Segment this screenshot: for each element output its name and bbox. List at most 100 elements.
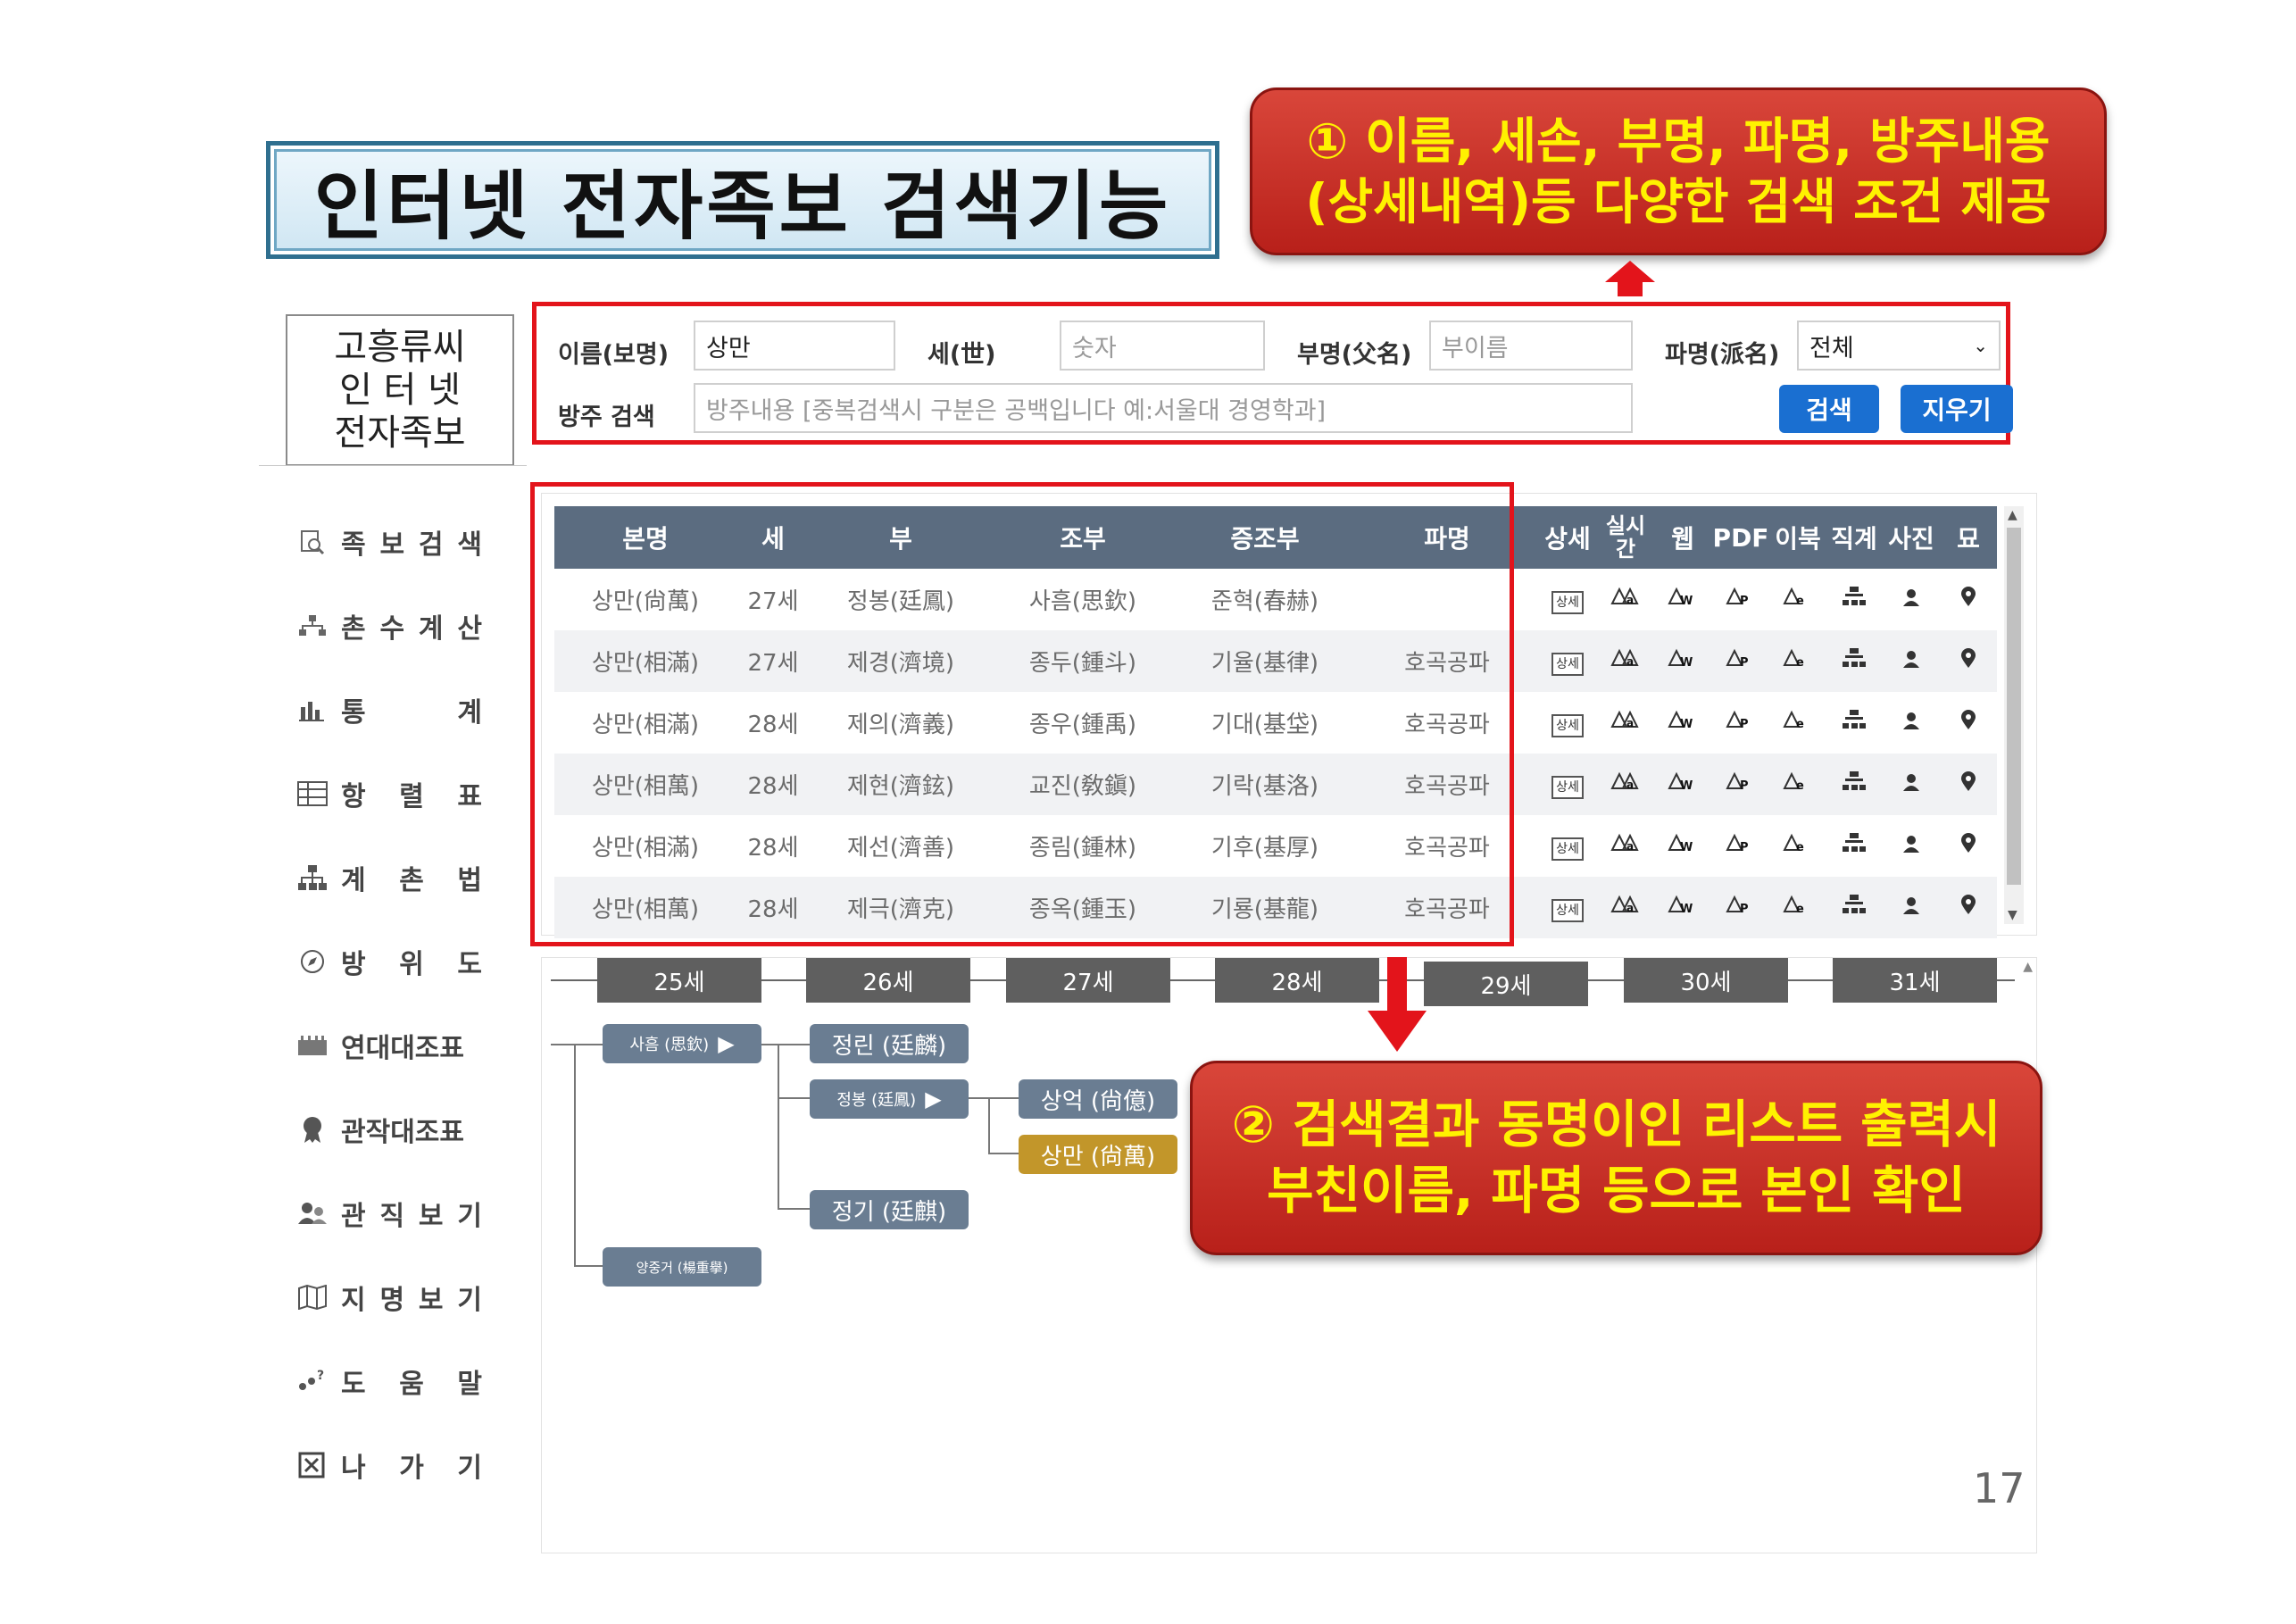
scroll-down-icon[interactable]: ▼	[2008, 908, 2017, 922]
table-row[interactable]: 상만(相萬) 28세 제현(濟鉉) 교진(敎鎭) 기락(基洛) 호곡공파 상세 a W Pe	[554, 754, 1997, 815]
realtime-book-icon[interactable]: a	[1610, 894, 1641, 920]
realtime-book-icon[interactable]: a	[1610, 709, 1641, 736]
sidebar-item-exit[interactable]: 나가기	[295, 1423, 482, 1507]
web-book-icon[interactable]: W	[1668, 894, 1698, 920]
lineage-icon[interactable]	[1842, 832, 1867, 859]
tree-node-jeong-gi[interactable]: 정기 (廷麒)	[810, 1190, 969, 1229]
photo-person-icon[interactable]	[1901, 772, 1921, 797]
col-header-lineage[interactable]: 직계	[1826, 506, 1883, 569]
photo-person-icon[interactable]	[1901, 711, 1921, 736]
sidebar-item-compass[interactable]: 방위도	[295, 920, 482, 1004]
sidebar-item-generation-chart[interactable]: 항렬표	[295, 752, 482, 836]
ebook-icon[interactable]: e	[1783, 647, 1813, 674]
pdf-book-icon[interactable]: P	[1726, 586, 1756, 612]
col-header-branch[interactable]: 파명	[1356, 506, 1538, 569]
col-header-grave[interactable]: 묘	[1940, 506, 1997, 569]
ebook-icon[interactable]: e	[1783, 709, 1813, 736]
col-header-pdf[interactable]: PDF	[1711, 506, 1770, 569]
col-header-web[interactable]: 웹	[1654, 506, 1711, 569]
ebook-icon[interactable]: e	[1783, 894, 1813, 920]
web-book-icon[interactable]: W	[1668, 832, 1698, 859]
sidebar-item-kinship-rules[interactable]: 계촌법	[295, 836, 482, 920]
sidebar-item-official-posts[interactable]: 관직보기	[295, 1171, 482, 1255]
expand-arrow-icon[interactable]: ▶	[925, 1087, 941, 1112]
photo-person-icon[interactable]	[1901, 649, 1921, 674]
grave-pin-icon[interactable]	[1959, 647, 1977, 674]
web-book-icon[interactable]: W	[1668, 709, 1698, 736]
branch-select[interactable]: 전체 ⌄	[1797, 321, 2001, 371]
table-row[interactable]: 상만(相滿) 27세 제경(濟境) 종두(鍾斗) 기율(基律) 호곡공파 상세 a W Pe	[554, 630, 1997, 692]
col-header-name[interactable]: 본명	[554, 506, 736, 569]
lineage-icon[interactable]	[1842, 894, 1867, 920]
ebook-icon[interactable]: e	[1783, 586, 1813, 612]
sidebar-item-statistics[interactable]: 통계	[295, 668, 482, 752]
detail-button[interactable]: 상세	[1551, 652, 1584, 676]
tree-node-yang-jung[interactable]: 양중거 (楊重擧)	[603, 1247, 761, 1287]
web-book-icon[interactable]: W	[1668, 586, 1698, 612]
col-header-generation[interactable]: 세	[736, 506, 810, 569]
table-row[interactable]: 상만(相滿) 28세 제선(濟善) 종림(鍾林) 기후(基厚) 호곡공파 상세 a W Pe	[554, 815, 1997, 877]
detail-button[interactable]: 상세	[1551, 837, 1584, 861]
pdf-book-icon[interactable]: P	[1726, 894, 1756, 920]
realtime-book-icon[interactable]: a	[1610, 832, 1641, 859]
col-header-realtime[interactable]: 실시간	[1597, 506, 1654, 569]
detail-button[interactable]: 상세	[1551, 590, 1584, 614]
pdf-book-icon[interactable]: P	[1726, 709, 1756, 736]
grave-pin-icon[interactable]	[1959, 832, 1977, 859]
grave-pin-icon[interactable]	[1959, 709, 1977, 736]
realtime-book-icon[interactable]: a	[1610, 586, 1641, 612]
sidebar-item-place-names[interactable]: 지명보기	[295, 1255, 482, 1339]
col-header-great-grandfather[interactable]: 증조부	[1174, 506, 1356, 569]
detail-button[interactable]: 상세	[1551, 775, 1584, 799]
table-row[interactable]: 상만(相萬) 28세 제극(濟克) 종옥(鍾玉) 기룡(基龍) 호곡공파 상세 a W Pe	[554, 877, 1997, 938]
realtime-book-icon[interactable]: a	[1610, 647, 1641, 674]
expand-arrow-icon[interactable]: ▶	[718, 1031, 734, 1056]
ebook-icon[interactable]: e	[1783, 770, 1813, 797]
detail-button[interactable]: 상세	[1551, 898, 1584, 922]
lineage-icon[interactable]	[1842, 770, 1867, 797]
name-input[interactable]: 상만	[694, 321, 895, 371]
lineage-icon[interactable]	[1842, 709, 1867, 736]
col-header-photo[interactable]: 사진	[1883, 506, 1940, 569]
pdf-book-icon[interactable]: P	[1726, 770, 1756, 797]
sidebar-item-era-table[interactable]: 연대대조표	[295, 1004, 482, 1087]
col-header-father[interactable]: 부	[810, 506, 992, 569]
lineage-icon[interactable]	[1842, 586, 1867, 612]
photo-person-icon[interactable]	[1901, 587, 1921, 612]
sidebar-item-rank-table[interactable]: 관작대조표	[295, 1087, 482, 1171]
tree-scroll-up-icon[interactable]: ▲	[2023, 960, 2033, 974]
father-name-input[interactable]: 부이름	[1429, 321, 1633, 371]
clear-button[interactable]: 지우기	[1901, 385, 2013, 433]
col-header-grandfather[interactable]: 조부	[992, 506, 1174, 569]
pdf-book-icon[interactable]: P	[1726, 647, 1756, 674]
tree-node-jeong-bong[interactable]: 정봉 (廷鳳) ▶	[810, 1079, 969, 1119]
tree-node-jeong-rin[interactable]: 정린 (廷麟)	[810, 1024, 969, 1063]
detail-button[interactable]: 상세	[1551, 713, 1584, 737]
ebook-icon[interactable]: e	[1783, 832, 1813, 859]
search-button[interactable]: 검색	[1779, 385, 1879, 433]
web-book-icon[interactable]: W	[1668, 770, 1698, 797]
photo-person-icon[interactable]	[1901, 895, 1921, 920]
photo-person-icon[interactable]	[1901, 834, 1921, 859]
sidebar-item-kinship-calc[interactable]: 촌수계산	[295, 584, 482, 668]
grave-pin-icon[interactable]	[1959, 586, 1977, 612]
tree-node-sang-eok[interactable]: 상억 (尙億)	[1019, 1079, 1177, 1119]
sidebar-item-genealogy-search[interactable]: 족보검색	[295, 500, 482, 584]
col-header-ebook[interactable]: 이북	[1770, 506, 1826, 569]
grave-pin-icon[interactable]	[1959, 770, 1977, 797]
results-scrollbar[interactable]: ▲ ▼	[2004, 506, 2024, 924]
col-header-detail[interactable]: 상세	[1538, 506, 1597, 569]
note-search-input[interactable]: 방주내용 [중복검색시 구분은 공백입니다 예:서울대 경영학과]	[694, 383, 1633, 433]
web-book-icon[interactable]: W	[1668, 647, 1698, 674]
generation-input[interactable]: 숫자	[1060, 321, 1265, 371]
lineage-icon[interactable]	[1842, 647, 1867, 674]
table-row[interactable]: 상만(相滿) 28세 제의(濟義) 종우(鍾禹) 기대(基垈) 호곡공파 상세 a W Pe	[554, 692, 1997, 754]
table-row[interactable]: 상만(尙萬) 27세 정봉(廷鳳) 사흠(思欽) 준혁(春赫) 상세 a W Pe	[554, 569, 1997, 630]
sidebar-item-help[interactable]: ? 도움말	[295, 1339, 482, 1423]
scroll-thumb[interactable]	[2007, 528, 2021, 885]
realtime-book-icon[interactable]: a	[1610, 770, 1641, 797]
scroll-up-icon[interactable]: ▲	[2008, 508, 2017, 522]
tree-node-sa-heum[interactable]: 사흠 (思欽) ▶	[603, 1024, 761, 1063]
grave-pin-icon[interactable]	[1959, 894, 1977, 920]
pdf-book-icon[interactable]: P	[1726, 832, 1756, 859]
